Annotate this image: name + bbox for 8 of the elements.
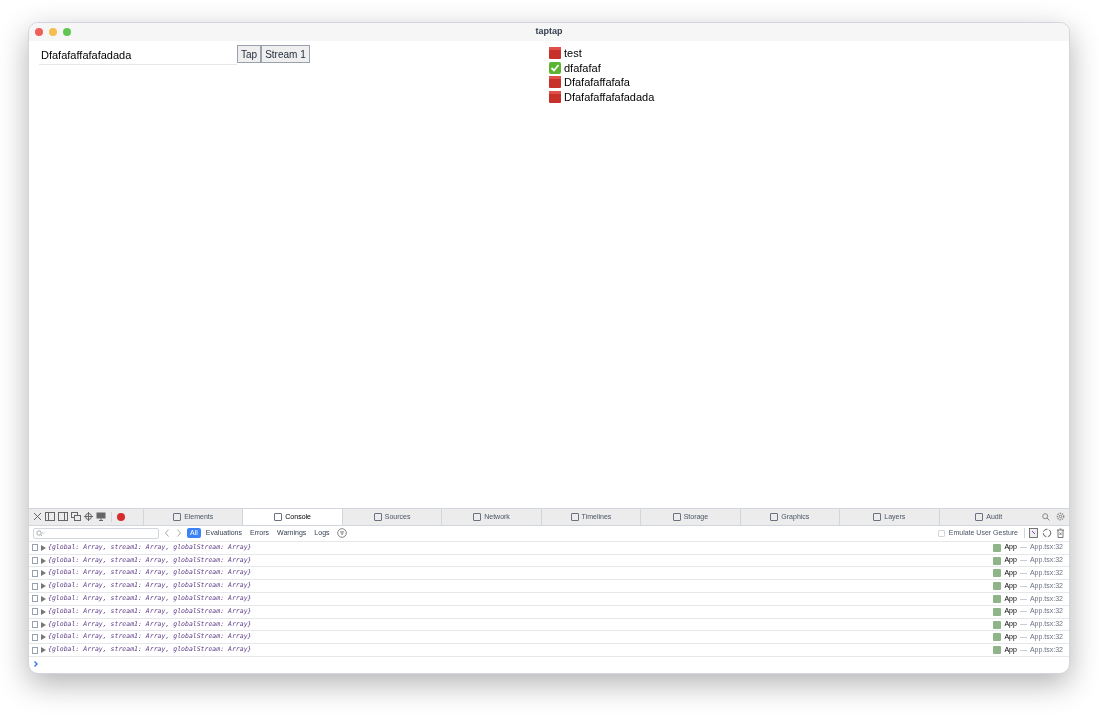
todo-text: Dfafafaffafafa [564, 75, 630, 90]
todo-text: test [564, 46, 582, 61]
window-title: taptap [535, 25, 563, 39]
app-button[interactable]: Tap [237, 45, 262, 63]
text-input[interactable]: Dfafafaffafafadada [39, 45, 237, 65]
todo-text: Dfafafaffafafadada [564, 89, 655, 105]
todo-text: dfafafaf [564, 60, 601, 76]
app-button[interactable]: Stream 1 [261, 45, 310, 63]
